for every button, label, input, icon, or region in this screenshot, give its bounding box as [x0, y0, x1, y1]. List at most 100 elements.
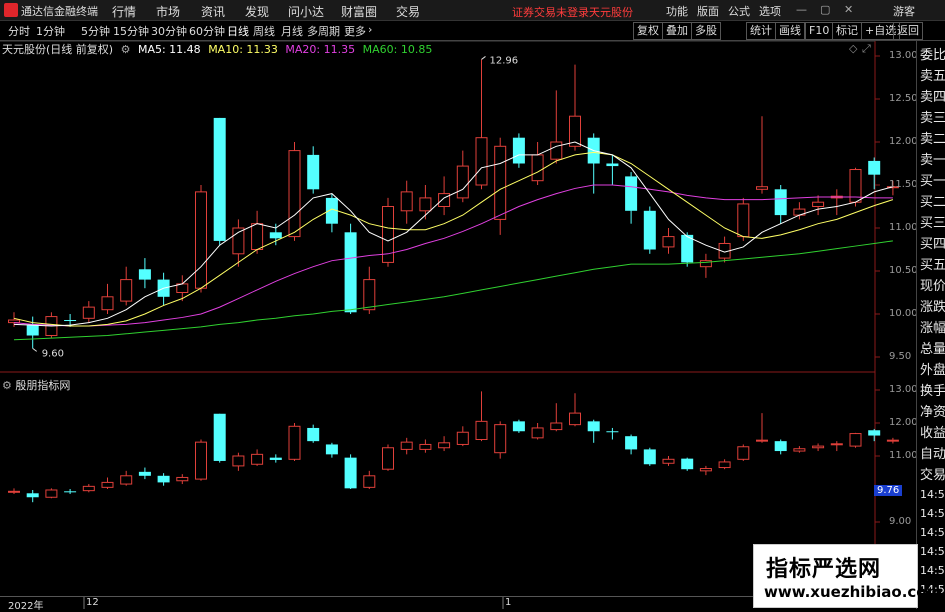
main-candle	[195, 191, 207, 289]
indicator-title-row: ⚙ 殷朋指标网	[2, 377, 70, 393]
main-candle	[269, 232, 282, 239]
price-tick: 12.50	[889, 93, 918, 104]
indicator-candle	[438, 442, 451, 449]
quote-label: 现价	[920, 279, 945, 294]
indicator-tick: 12.00	[889, 417, 918, 428]
indicator-candle	[195, 441, 207, 480]
indicator-tick: 9.00	[889, 516, 912, 527]
main-candle	[419, 197, 432, 212]
quote-label: 买三	[920, 216, 945, 231]
indicator-candle	[699, 468, 712, 472]
indicator-candle	[8, 490, 20, 493]
main-candle	[643, 210, 656, 250]
price-tick: 13.00	[889, 50, 918, 61]
main-candle	[64, 320, 77, 322]
indicator-candle	[344, 457, 357, 489]
main-candle	[868, 160, 881, 175]
quote-label: 交易	[920, 468, 945, 483]
price-tick: 10.50	[889, 265, 918, 276]
date-label: 1	[505, 597, 512, 608]
quote-label: 总量	[920, 342, 945, 357]
date-axis: 2022年 12 1	[0, 596, 875, 612]
kline-chart[interactable]: 12.96 9.60	[0, 0, 945, 609]
date-label: 2022年	[8, 601, 44, 612]
high-marker	[481, 56, 486, 60]
main-candle	[138, 269, 151, 280]
trade-time: 14:56	[920, 526, 945, 539]
indicator-candle	[382, 447, 394, 470]
indicator-candle	[681, 458, 694, 470]
main-candle	[307, 154, 320, 190]
indicator-candle	[64, 491, 77, 493]
watermark-url: www.xuezhibiao.com	[764, 583, 943, 601]
indicator-candle	[251, 453, 264, 465]
indicator-candle	[26, 493, 39, 498]
main-candle	[550, 141, 563, 160]
main-candle	[400, 191, 413, 212]
quote-label: 涨跌	[920, 300, 945, 315]
indicator-candle	[213, 413, 226, 461]
main-candle	[120, 279, 133, 302]
main-candle	[26, 325, 39, 336]
indicator-candle	[307, 427, 320, 442]
indicator-candle	[587, 421, 600, 432]
indicator-candle	[120, 475, 133, 485]
quote-label: 净资	[920, 405, 945, 420]
indicator-candle	[830, 443, 843, 446]
quote-label: 卖三	[920, 111, 945, 126]
quote-label: 收益	[920, 426, 945, 441]
main-candle	[82, 306, 95, 319]
indicator-title: 殷朋指标网	[15, 379, 71, 392]
quote-label: 买一	[920, 174, 945, 189]
indicator-candle	[625, 436, 638, 450]
indicator-candle	[176, 476, 189, 482]
quote-label: 外盘	[920, 363, 945, 378]
indicator-candle	[550, 422, 563, 431]
main-candle	[774, 189, 787, 216]
indicator-settings-icon[interactable]: ⚙	[2, 379, 12, 392]
main-candle	[363, 279, 376, 311]
price-tick: 11.50	[889, 179, 918, 190]
ma20-line	[13, 184, 893, 327]
main-candle	[756, 186, 768, 190]
indicator-tick: 13.00	[889, 384, 918, 395]
main-candle	[438, 193, 451, 208]
indicator-candle	[494, 424, 507, 454]
indicator-candle	[886, 439, 899, 442]
indicator-tick: 11.00	[889, 450, 918, 461]
indicator-candle	[456, 431, 469, 445]
main-candle	[606, 163, 619, 167]
price-tick: 10.00	[889, 308, 918, 319]
quote-label: 买四	[920, 237, 945, 252]
watermark-logo: 指标严选网 www.xuezhibiao.com	[753, 544, 942, 608]
quote-label: 买五	[920, 258, 945, 273]
indicator-candle	[475, 420, 488, 441]
indicator-candle	[400, 441, 413, 450]
indicator-candle	[849, 433, 862, 447]
main-candle	[475, 137, 488, 186]
quote-label: 卖一	[920, 153, 945, 168]
indicator-candle	[569, 412, 581, 426]
main-candle	[251, 223, 264, 250]
quote-label: 卖二	[920, 132, 945, 147]
main-candle	[456, 165, 469, 199]
indicator-candle	[232, 455, 245, 467]
main-candle	[494, 145, 507, 220]
indicator-candle	[756, 439, 768, 442]
price-tick: 12.00	[889, 136, 918, 147]
indicator-candle	[82, 485, 95, 492]
quote-label: 卖五	[920, 69, 945, 84]
main-candle	[662, 236, 675, 248]
quote-label: 委比	[920, 48, 945, 63]
indicator-candle	[812, 445, 825, 449]
main-candle	[625, 176, 638, 211]
main-candle	[512, 137, 525, 164]
quote-label: 卖四	[920, 90, 945, 105]
low-marker	[32, 348, 37, 352]
indicator-candle	[662, 458, 675, 464]
indicator-candle	[793, 448, 806, 452]
watermark-title: 指标严选网	[766, 557, 882, 582]
main-candle	[101, 296, 114, 311]
quote-label: 买二	[920, 195, 945, 210]
trade-time: 14:56	[920, 488, 945, 501]
